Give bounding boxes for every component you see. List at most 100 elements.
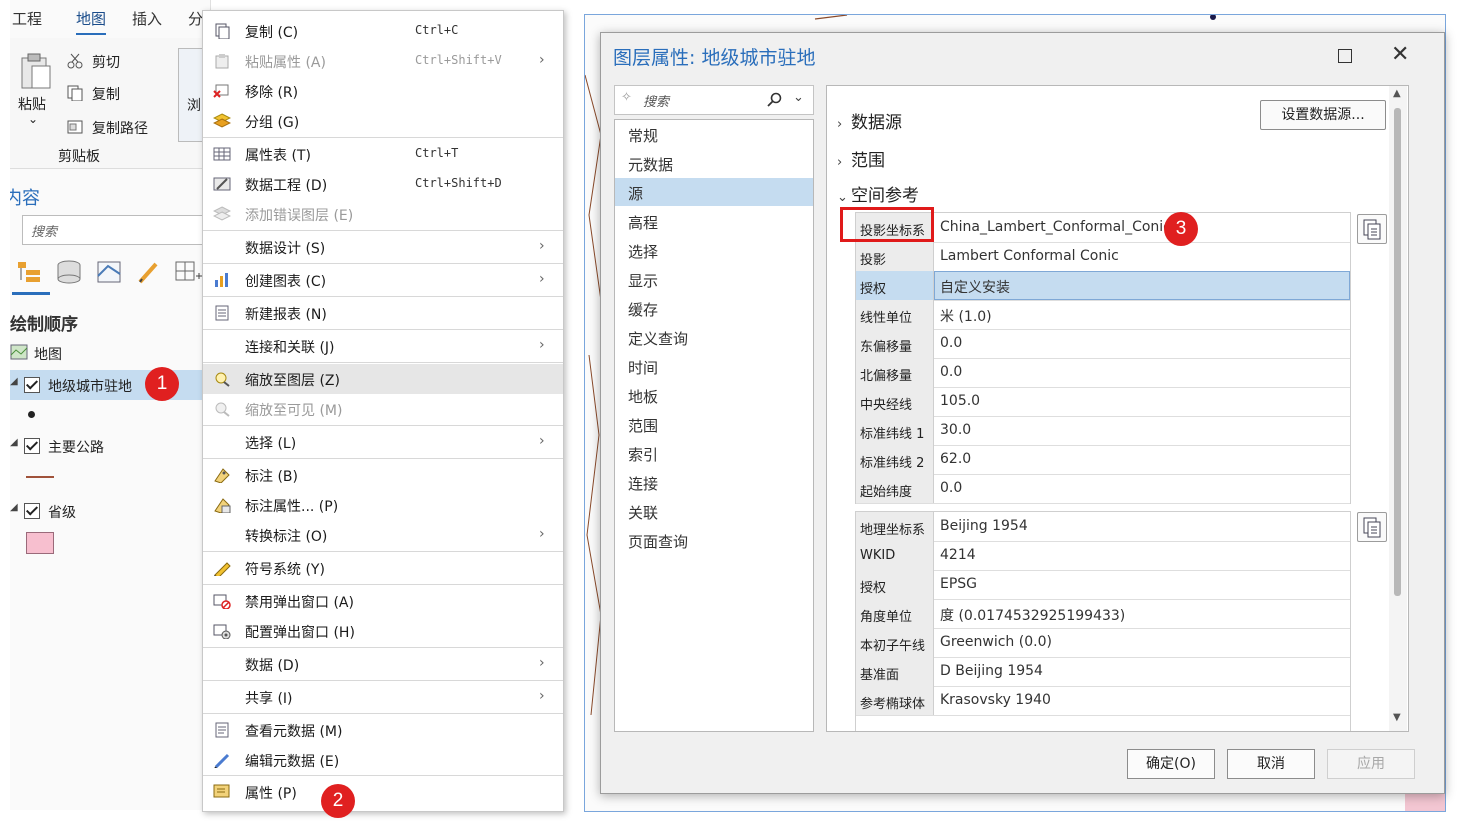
paste-button[interactable] <box>18 52 52 92</box>
menu-item-labeling-properties[interactable]: 标注属性... (P) <box>203 490 563 520</box>
copy-path-button[interactable]: 复制路径 <box>92 118 148 138</box>
nav-item[interactable]: 元数据 <box>615 149 813 177</box>
menu-item-paste-properties[interactable]: 粘贴属性 (A) Ctrl+Shift+V › <box>203 46 563 76</box>
property-value[interactable]: Krasovsky 1940 <box>940 692 1051 708</box>
property-row[interactable]: 线性单位 米 (1.0) <box>856 300 1350 330</box>
ok-button[interactable]: 确定(O) <box>1127 749 1215 779</box>
property-row[interactable]: 基准面 D Beijing 1954 <box>856 657 1350 687</box>
menu-item-selection[interactable]: 选择 (L) › <box>203 427 563 457</box>
nav-item[interactable]: 显示 <box>615 265 813 293</box>
scroll-down-icon[interactable]: ▼ <box>1393 712 1401 723</box>
property-row[interactable]: 标准纬线 2 62.0 <box>856 445 1350 475</box>
map-node[interactable]: 地图 <box>10 340 210 368</box>
layer-visibility-checkbox[interactable] <box>24 438 40 454</box>
property-row[interactable]: 起始纬度 0.0 <box>856 474 1350 504</box>
property-value[interactable]: 105.0 <box>940 393 980 409</box>
contents-search-input[interactable]: 搜索 <box>22 215 210 245</box>
apply-button[interactable]: 应用 <box>1327 749 1415 779</box>
nav-item[interactable]: 页面查询 <box>615 526 813 554</box>
menu-item-label[interactable]: 标注 (B) <box>203 460 563 490</box>
chevron-down-icon[interactable]: ⌄ <box>793 90 804 105</box>
property-value[interactable]: 米 (1.0) <box>940 306 992 326</box>
menu-item-add-error-layer[interactable]: 添加错误图层 (E) <box>203 199 563 229</box>
scroll-up-icon[interactable]: ▲ <box>1393 88 1401 99</box>
property-row[interactable]: 标准纬线 1 30.0 <box>856 416 1350 446</box>
menu-item-configure-popups[interactable]: 配置弹出窗口 (H) <box>203 616 563 646</box>
nav-item[interactable]: 高程 <box>615 207 813 235</box>
menu-item-remove[interactable]: 移除 (R) <box>203 76 563 106</box>
cut-button[interactable]: 剪切 <box>92 52 120 72</box>
property-row[interactable]: 角度单位 度 (0.0174532925199433) <box>856 599 1350 629</box>
property-value[interactable]: 4214 <box>940 547 976 563</box>
property-value[interactable]: EPSG <box>940 576 977 592</box>
nav-item[interactable]: 索引 <box>615 439 813 467</box>
menu-item-zoom-to-layer[interactable]: 缩放至图层 (Z) <box>203 364 563 394</box>
copy-button[interactable]: 复制 <box>92 84 120 104</box>
layer-row-province[interactable]: ◢ 省级 <box>10 496 210 524</box>
nav-item[interactable]: 源 <box>615 178 813 206</box>
nav-item[interactable]: 选择 <box>615 236 813 264</box>
menu-item-edit-metadata[interactable]: 编辑元数据 (E) <box>203 745 563 775</box>
search-icon[interactable] <box>767 92 783 108</box>
copy-geographic-cs-button[interactable] <box>1357 512 1387 542</box>
tab-insert[interactable]: 插入 <box>132 8 162 29</box>
section-extent[interactable]: › 范围 <box>837 146 885 171</box>
set-data-source-button[interactable]: 设置数据源... <box>1260 100 1386 130</box>
menu-item-create-chart[interactable]: 创建图表 (C) › <box>203 265 563 295</box>
layer-visibility-checkbox[interactable] <box>24 503 40 519</box>
menu-item-group[interactable]: 分组 (G) <box>203 106 563 136</box>
close-icon[interactable]: ✕ <box>1391 42 1409 67</box>
list-by-editing-icon[interactable] <box>136 260 162 284</box>
menu-item-data[interactable]: 数据 (D) › <box>203 649 563 679</box>
menu-item-data-engineering[interactable]: 数据工程 (D) Ctrl+Shift+D <box>203 169 563 199</box>
list-by-selection-icon[interactable] <box>96 260 122 284</box>
menu-item-data-design[interactable]: 数据设计 (S) › <box>203 232 563 262</box>
nav-item[interactable]: 连接 <box>615 468 813 496</box>
menu-item-attribute-table[interactable]: 属性表 (T) Ctrl+T <box>203 139 563 169</box>
section-spatial-reference[interactable]: ⌄ 空间参考 <box>837 181 919 206</box>
property-value[interactable]: 0.0 <box>940 480 962 496</box>
tab-map[interactable]: 地图 <box>76 8 107 35</box>
property-value[interactable]: 62.0 <box>940 451 971 467</box>
menu-item-view-metadata[interactable]: 查看元数据 (M) <box>203 715 563 745</box>
property-value[interactable]: 0.0 <box>940 335 962 351</box>
list-by-drawing-order-icon[interactable] <box>16 260 44 284</box>
nav-item[interactable]: 关联 <box>615 497 813 525</box>
maximize-icon[interactable] <box>1338 49 1352 63</box>
nav-item[interactable]: 常规 <box>615 120 813 148</box>
paste-label[interactable]: 粘贴 <box>18 94 46 114</box>
nav-item[interactable]: 地板 <box>615 381 813 409</box>
expand-arrow-icon[interactable]: ◢ <box>10 502 18 513</box>
layer-visibility-checkbox[interactable] <box>24 377 40 393</box>
content-scrollbar[interactable]: ▲ ▼ <box>1389 86 1407 731</box>
paste-dropdown-icon[interactable]: ⌄ <box>28 112 38 126</box>
tab-project[interactable]: 工程 <box>12 8 42 29</box>
property-value[interactable]: Greenwich (0.0) <box>940 634 1052 650</box>
property-row[interactable]: 投影 Lambert Conformal Conic <box>856 242 1350 272</box>
menu-item-share[interactable]: 共享 (I) › <box>203 682 563 712</box>
layer-row-roads[interactable]: ◢ 主要公路 <box>10 431 210 459</box>
nav-item[interactable]: 范围 <box>615 410 813 438</box>
menu-item-new-report[interactable]: 新建报表 (N) <box>203 298 563 328</box>
property-value[interactable]: 30.0 <box>940 422 971 438</box>
property-row[interactable]: 中央经线 105.0 <box>856 387 1350 417</box>
property-value[interactable]: Beijing 1954 <box>940 518 1028 534</box>
menu-item-zoom-to-visible[interactable]: 缩放至可见 (M) <box>203 394 563 424</box>
property-row[interactable]: 地理坐标系 Beijing 1954 <box>856 512 1350 542</box>
property-row[interactable]: 本初子午线 Greenwich (0.0) <box>856 628 1350 658</box>
cancel-button[interactable]: 取消 <box>1227 749 1315 779</box>
copy-projected-cs-button[interactable] <box>1357 214 1387 244</box>
property-row[interactable]: 东偏移量 0.0 <box>856 329 1350 359</box>
property-value[interactable]: 0.0 <box>940 364 962 380</box>
menu-item-symbology[interactable]: 符号系统 (Y) <box>203 553 563 583</box>
property-value[interactable]: D Beijing 1954 <box>940 663 1043 679</box>
property-value[interactable]: China_Lambert_Conformal_Conic <box>940 219 1171 235</box>
menu-item-convert-labels[interactable]: 转换标注 (O) › <box>203 520 563 550</box>
property-value[interactable]: 度 (0.0174532925199433) <box>940 605 1125 625</box>
nav-item[interactable]: 定义查询 <box>615 323 813 351</box>
menu-item-disable-popups[interactable]: 禁用弹出窗口 (A) <box>203 586 563 616</box>
dialog-search-input[interactable]: ✧ 搜索 ⌄ <box>614 85 814 115</box>
section-data-source[interactable]: › 数据源 <box>837 108 902 133</box>
property-row[interactable]: 授权 自定义安装 <box>856 271 1350 301</box>
menu-item-properties[interactable]: 属性 (P) <box>203 777 563 807</box>
